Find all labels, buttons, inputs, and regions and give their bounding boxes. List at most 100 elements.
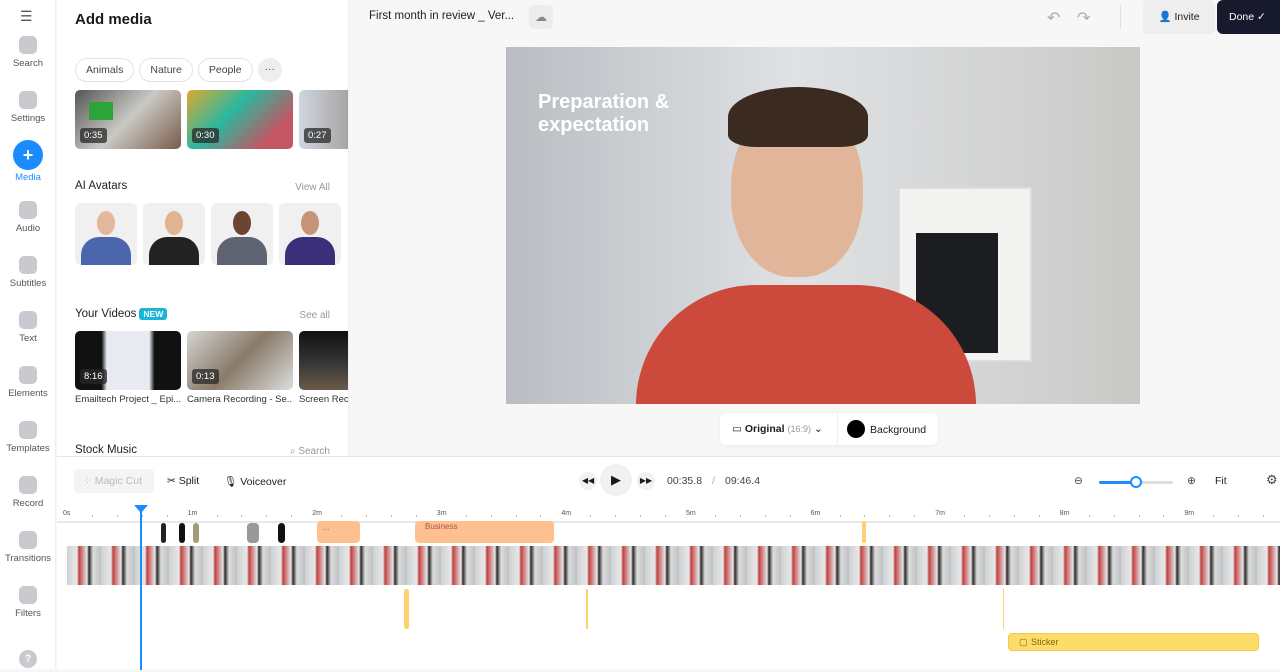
marker-clip[interactable] <box>1003 589 1004 629</box>
rail-item-label: Templates <box>6 443 50 454</box>
rail-item-templates[interactable]: Templates <box>0 421 56 454</box>
ruler-tick <box>864 515 866 517</box>
playhead[interactable] <box>134 505 148 670</box>
video-item[interactable]: 8:16 Emailtech Project _ Epi... <box>75 331 181 405</box>
rail-item-settings[interactable]: Settings <box>0 91 56 124</box>
rail-item-subtitles[interactable]: Subtitles <box>0 256 56 289</box>
rail-item-elements[interactable]: Elements <box>0 366 56 399</box>
ruler-tick <box>739 515 741 517</box>
play-button[interactable]: ▶ <box>600 464 632 496</box>
ratio-label: Original <box>744 423 785 435</box>
rail-item-label: Transitions <box>4 553 52 564</box>
filters-icon <box>19 586 37 604</box>
ratio-sub: (16:9) <box>787 424 811 434</box>
help-icon: ? <box>19 650 37 668</box>
hamburger-menu-icon[interactable]: ☰ <box>20 8 33 25</box>
video-item[interactable]: 0:13 Camera Recording - Se... <box>187 331 293 405</box>
ruler-tick <box>216 515 218 517</box>
undo-icon[interactable]: ↶ <box>1047 8 1060 28</box>
marker-clip[interactable] <box>404 589 409 629</box>
video-preview[interactable]: Preparation & expectation <box>506 47 1140 404</box>
video-item[interactable]: Screen Reco <box>299 331 348 405</box>
voiceover-label: Voiceover <box>240 476 287 488</box>
magic-cut-button[interactable]: ⁘ Magic Cut <box>74 469 154 493</box>
avatar[interactable] <box>279 203 341 265</box>
ruler-tick <box>515 515 517 517</box>
ruler-tick <box>241 515 243 517</box>
time-ruler[interactable]: 0s 1m 2m 3m 4m 5m 6m 7m 8m 9m <box>57 507 1280 523</box>
redo-icon[interactable]: ↷ <box>1077 8 1090 28</box>
settings-gear-icon[interactable]: ⚙ <box>1266 472 1278 488</box>
fit-button[interactable]: Fit <box>1215 475 1227 487</box>
ruler-tick <box>1038 515 1040 517</box>
left-rail: ☰ Search Settings + Media Audio Subtitles Text… <box>0 0 56 669</box>
rail-item-label: Record <box>12 498 44 509</box>
see-all-videos-link[interactable]: See all <box>299 310 330 321</box>
done-button[interactable]: Done ✓ <box>1217 0 1280 34</box>
project-title[interactable]: First month in review _ Ver... <box>369 10 514 22</box>
sticker-clip[interactable]: ▢ Sticker <box>1008 633 1259 651</box>
zoom-in-icon[interactable]: ⊕ <box>1187 475 1196 487</box>
gear-icon <box>19 91 37 109</box>
stock-video-thumbnail[interactable]: 0:35 <box>75 90 181 149</box>
rail-item-transitions[interactable]: Transitions <box>0 531 56 564</box>
fast-forward-icon[interactable]: ▶▶ <box>637 472 655 490</box>
text-clip[interactable]: Business <box>415 521 554 543</box>
background-color-swatch[interactable] <box>847 420 865 438</box>
rail-item-audio[interactable]: Audio <box>0 201 56 234</box>
media-clip[interactable] <box>193 523 199 543</box>
zoom-out-icon[interactable]: ⊖ <box>1074 475 1083 487</box>
chip-animals[interactable]: Animals <box>75 58 135 82</box>
ruler-label: 4m <box>561 510 572 517</box>
cloud-save-icon[interactable]: ☁ <box>529 5 553 29</box>
invite-button[interactable]: 👤 Invite <box>1143 0 1215 34</box>
person-hair <box>728 87 868 147</box>
chip-nature[interactable]: Nature <box>139 58 193 82</box>
rail-item-label: Filters <box>15 608 41 619</box>
media-clip[interactable] <box>161 523 166 543</box>
rail-item-filters[interactable]: Filters <box>0 586 56 619</box>
rail-item-text[interactable]: Text <box>0 311 56 344</box>
media-clip[interactable] <box>179 523 185 543</box>
ruler-label: 9m <box>1184 510 1195 517</box>
rail-item-label: Elements <box>8 388 48 399</box>
divider <box>1120 5 1121 29</box>
aspect-ratio-dropdown[interactable]: ▭ Original (16:9) ⌄ <box>732 423 823 435</box>
more-chips-button[interactable]: ··· <box>257 58 282 82</box>
duration-label: 0:35 <box>80 128 107 143</box>
stock-video-thumbnail[interactable]: 0:30 <box>187 90 293 149</box>
split-button[interactable]: ✂ Split <box>167 475 199 487</box>
search-label: Search <box>298 446 330 456</box>
ruler-tick <box>764 515 766 517</box>
video-track[interactable] <box>67 546 1280 585</box>
music-search[interactable]: ⌕ Search <box>290 446 330 456</box>
media-clip[interactable] <box>247 523 259 543</box>
ruler-tick <box>116 515 118 517</box>
zoom-slider[interactable] <box>1099 476 1173 488</box>
rewind-icon[interactable]: ◀◀ <box>579 472 597 490</box>
chip-people[interactable]: People <box>197 58 253 82</box>
rail-item-label: Search <box>12 58 44 69</box>
media-clip[interactable] <box>278 523 285 543</box>
overlay-text[interactable]: Preparation & expectation <box>538 91 669 137</box>
background-button[interactable]: Background <box>870 424 926 436</box>
avatar[interactable] <box>211 203 273 265</box>
avatar[interactable] <box>75 203 137 265</box>
text-clip[interactable]: ... <box>317 521 360 543</box>
stock-video-thumbnail[interactable]: 0:27 <box>299 90 348 149</box>
rail-item-media[interactable]: + Media <box>0 140 56 183</box>
scissors-icon: ✂ <box>167 475 179 487</box>
rail-item-search[interactable]: Search <box>0 36 56 69</box>
avatar[interactable] <box>143 203 205 265</box>
text-icon <box>19 311 37 329</box>
view-all-avatars-link[interactable]: View All <box>295 182 330 193</box>
rail-item-record[interactable]: Record <box>0 476 56 509</box>
ruler-tick <box>964 515 966 517</box>
voiceover-button[interactable]: 🎙 Voiceover <box>224 475 286 488</box>
marker-clip[interactable] <box>586 589 588 629</box>
ruler-tick <box>91 515 93 517</box>
marker-clip[interactable] <box>862 521 866 543</box>
ruler-tick <box>465 515 467 517</box>
ruler-tick <box>341 515 343 517</box>
ruler-tick <box>1138 515 1140 517</box>
